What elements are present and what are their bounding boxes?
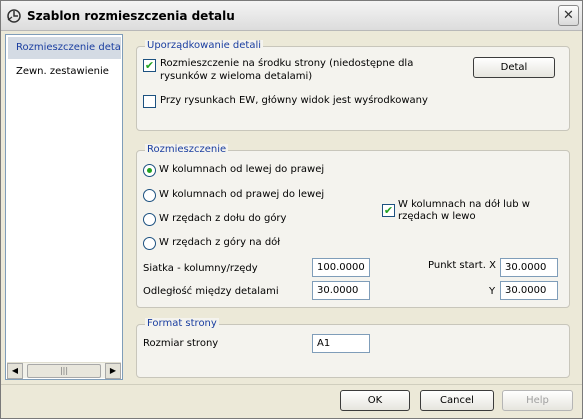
nav-item-label: Rozmieszczenie detali xyxy=(16,42,121,53)
grid-input[interactable]: 100.0000 xyxy=(312,258,370,277)
nav-item-rozmieszczenie[interactable]: Rozmieszczenie detali xyxy=(8,37,121,59)
nav-item-zestawienie[interactable]: Zewn. zestawienie xyxy=(8,61,121,83)
group-title: Uporządkowanie detali xyxy=(145,40,264,51)
page-format-group: Format strony Rozmiar strony A1 xyxy=(136,318,570,378)
ew-center-checkbox[interactable] xyxy=(143,95,156,108)
radio-label: W kolumnach od prawej do lewej xyxy=(159,189,325,200)
down-left-checkbox[interactable]: ✔ xyxy=(382,204,395,217)
footer-divider xyxy=(1,384,582,385)
group-title: Rozmieszczenie xyxy=(145,144,229,155)
radio-rows-top-bottom[interactable] xyxy=(143,237,156,250)
dialog-window: Szablon rozmieszczenia detalu ✕ Rozmiesz… xyxy=(0,0,583,419)
down-left-label-line2: rzędach w lewo xyxy=(398,211,476,222)
radio-label: W kolumnach od lewej do prawej xyxy=(159,164,325,175)
page-size-label: Rozmiar strony xyxy=(143,338,219,349)
cancel-button[interactable]: Cancel xyxy=(420,390,494,411)
radio-label: W rzędach z góry na dół xyxy=(159,237,281,248)
start-y-input[interactable]: 30.0000 xyxy=(500,281,558,300)
checkmark-icon: ✔ xyxy=(144,59,155,72)
help-button-label: Help xyxy=(526,395,549,406)
grid-label: Siatka - kolumny/rzędy xyxy=(143,263,258,274)
start-x-label: Punkt start. X xyxy=(428,260,496,271)
group-title: Format strony xyxy=(145,318,219,329)
grip-icon: ||| xyxy=(59,366,69,375)
radio-columns-left-right[interactable] xyxy=(143,164,156,177)
cancel-button-label: Cancel xyxy=(440,395,474,406)
window-title: Szablon rozmieszczenia detalu xyxy=(27,9,235,23)
radio-columns-right-left[interactable] xyxy=(143,189,156,202)
center-on-page-label-line2: rysunków z wieloma detalami) xyxy=(160,71,313,82)
ok-button[interactable]: OK xyxy=(340,390,410,411)
scroll-right-button[interactable]: ▶ xyxy=(105,363,121,379)
title-bar: Szablon rozmieszczenia detalu ✕ xyxy=(1,1,582,31)
start-y-label: Y xyxy=(489,286,496,297)
arrow-left-icon: ◀ xyxy=(11,366,19,375)
ew-center-label: Przy rysunkach EW, główny widok jest wyś… xyxy=(160,95,428,106)
help-button[interactable]: Help xyxy=(502,390,573,411)
center-on-page-label: Rozmieszczenie na środku strony (niedost… xyxy=(160,58,414,69)
radio-label: W rzędach z dołu do góry xyxy=(159,213,287,224)
distance-label: Odległość między detalami xyxy=(143,286,279,297)
distance-input[interactable]: 30.0000 xyxy=(312,281,370,300)
radio-rows-bottom-top[interactable] xyxy=(143,213,156,226)
horizontal-scrollbar[interactable]: ◀ ||| ▶ xyxy=(7,362,121,379)
close-button[interactable]: ✕ xyxy=(558,5,579,26)
down-left-label: W kolumnach na dół lub w xyxy=(398,199,530,210)
arrow-right-icon: ▶ xyxy=(109,366,117,375)
start-x-input[interactable]: 30.0000 xyxy=(500,258,558,277)
detail-button[interactable]: Detal xyxy=(473,57,555,78)
ok-button-label: OK xyxy=(367,395,383,406)
app-icon xyxy=(6,8,22,24)
checkmark-icon: ✔ xyxy=(383,204,394,217)
detail-button-label: Detal xyxy=(500,62,528,73)
close-icon: ✕ xyxy=(563,8,574,23)
center-on-page-checkbox[interactable]: ✔ xyxy=(143,59,156,72)
detail-order-group: Uporządkowanie detali ✔ Rozmieszczenie n… xyxy=(136,40,570,131)
scroll-left-button[interactable]: ◀ xyxy=(7,363,23,379)
layout-group: Rozmieszczenie W kolumnach od lewej do p… xyxy=(136,144,570,308)
scroll-thumb[interactable]: ||| xyxy=(27,364,101,378)
page-size-input[interactable]: A1 xyxy=(312,334,370,353)
nav-panel: Rozmieszczenie detali Zewn. zestawienie … xyxy=(5,34,123,380)
nav-item-label: Zewn. zestawienie xyxy=(16,66,109,77)
